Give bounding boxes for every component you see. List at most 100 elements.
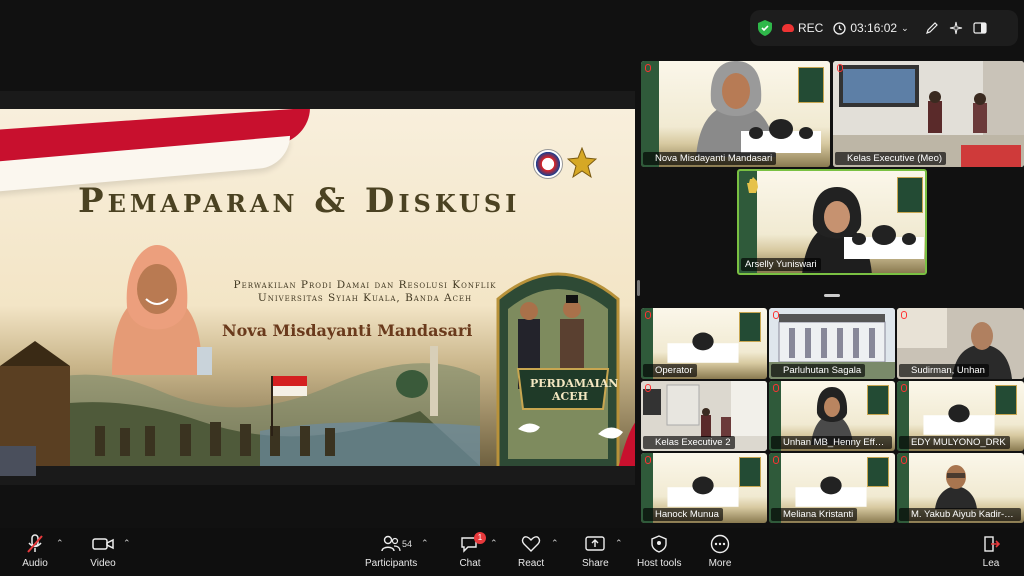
share-options-chevron-icon[interactable]: ⌃ [615, 538, 623, 549]
mic-muted-icon [645, 64, 651, 72]
participants-label: Participants [365, 558, 418, 569]
mosque-illustration [667, 332, 739, 363]
self-view-thumbnail[interactable] [0, 446, 36, 476]
chevron-down-icon: ⌄ [901, 22, 909, 33]
peace-emblem-line1: PERDAMAIAN [530, 377, 619, 390]
participant-name: Unhan MB_Henny Effendi [771, 436, 892, 449]
mic-muted-icon [773, 384, 779, 392]
audio-button[interactable]: Audio [22, 534, 48, 569]
sharing-knowledge-card [739, 312, 761, 342]
recording-label: REC [798, 21, 824, 35]
sharing-knowledge-card [867, 385, 889, 415]
react-label: React [518, 558, 545, 569]
video-tile[interactable]: Unhan MB_Henny Effendi [769, 381, 895, 451]
mic-muted-icon [645, 456, 651, 464]
share-screen-icon [582, 534, 608, 554]
participant-name: Nova Misdayanti Mandasari [643, 152, 777, 165]
participant-count: 54 [402, 539, 413, 549]
chat-unread-badge: 1 [474, 532, 486, 544]
participants-options-chevron-icon[interactable]: ⌃ [421, 538, 429, 549]
sharing-knowledge-card [867, 457, 889, 487]
meeting-window: REC 03:16:02 ⌄ Pemaparan & Diskusi Perwa… [0, 0, 1024, 576]
organization-logo [533, 149, 563, 179]
video-tile[interactable]: Hanock Munua [641, 453, 767, 523]
leave-label: Lea [982, 558, 1000, 569]
meeting-timer[interactable]: 03:16:02 ⌄ [833, 21, 909, 35]
more-label: More [708, 558, 732, 569]
video-tile[interactable]: Sudirman, Unhan [897, 308, 1024, 379]
mic-muted-icon [22, 534, 48, 554]
peace-emblem-label: PERDAMAIAN ACEH [530, 377, 619, 403]
participant-name: Arselly Yuniswari [741, 258, 821, 271]
meeting-status-bar: REC 03:16:02 ⌄ [750, 10, 1018, 46]
mosque-illustration [923, 404, 995, 435]
video-tile[interactable]: Operator [641, 308, 767, 379]
participant-name: Hanock Munua [643, 508, 723, 521]
shared-screen[interactable]: Pemaparan & Diskusi Perwakilan Prodi Dam… [0, 91, 635, 485]
participant-name: Sudirman, Unhan [899, 364, 989, 377]
video-tile[interactable]: Nova Misdayanti Mandasari [641, 61, 830, 167]
video-camera-icon [90, 534, 116, 554]
mic-muted-icon [645, 384, 651, 392]
sharing-knowledge-card [995, 385, 1017, 415]
cloud-recording-icon [782, 24, 794, 32]
peace-emblem-illustration [496, 272, 635, 466]
clock-icon [833, 21, 846, 35]
react-button[interactable]: React [518, 534, 544, 569]
recording-indicator[interactable]: REC [782, 21, 823, 35]
video-tile[interactable]: Kelas Executive 2 [641, 381, 767, 451]
host-tools-label: Host tools [637, 558, 682, 569]
video-options-chevron-icon[interactable]: ⌃ [123, 538, 131, 549]
participant-name: EDY MULYONO_DRK [899, 436, 1010, 449]
participant-video [935, 465, 977, 509]
leave-button[interactable]: Lea [978, 534, 1004, 569]
mic-muted-icon [901, 311, 907, 319]
slide-subtitle-line1: Perwakilan Prodi Damai dan Resolusi Konf… [233, 279, 497, 291]
slide-subtitle-line2: Universitas Syiah Kuala, Banda Aceh [257, 292, 473, 304]
video-tile[interactable]: Meliana Kristanti [769, 453, 895, 523]
more-button[interactable]: More [707, 534, 733, 569]
resize-handle-horizontal[interactable] [824, 294, 840, 297]
raise-hand-icon [747, 177, 758, 193]
heart-icon [518, 534, 544, 554]
participant-name: Meliana Kristanti [771, 508, 858, 521]
mosque-illustration [795, 476, 867, 507]
security-shield-icon[interactable] [758, 20, 772, 36]
mic-muted-icon [837, 64, 843, 72]
participant-name: Kelas Executive 2 [643, 436, 735, 449]
video-button[interactable]: Video [90, 534, 116, 569]
react-options-chevron-icon[interactable]: ⌃ [551, 538, 559, 549]
participant-name: Kelas Executive (Meo) [835, 152, 947, 165]
participant-name: M. Yakub Aiyub Kadir-M... [899, 508, 1021, 521]
presentation-slide: Pemaparan & Diskusi Perwakilan Prodi Dam… [0, 109, 635, 466]
video-tile[interactable]: Kelas Executive (Meo) [833, 61, 1024, 167]
chat-options-chevron-icon[interactable]: ⌃ [490, 538, 498, 549]
video-tile[interactable]: Parluhutan Sagala [769, 308, 895, 379]
view-layout-icon[interactable] [973, 21, 987, 35]
ai-sparkle-icon[interactable] [949, 21, 963, 35]
mosque-illustration [844, 225, 924, 259]
mic-muted-icon [645, 311, 651, 319]
video-tile[interactable]: EDY MULYONO_DRK [897, 381, 1024, 451]
mic-muted-icon [901, 384, 907, 392]
sharing-knowledge-card [897, 177, 923, 213]
share-button[interactable]: Share [582, 534, 609, 569]
sharing-knowledge-card [739, 457, 761, 487]
chat-label: Chat [459, 558, 481, 569]
peace-emblem-line2: ACEH [551, 390, 589, 403]
video-tile-active-speaker[interactable]: Arselly Yuniswari [737, 169, 927, 275]
more-dots-icon [707, 534, 733, 554]
mic-muted-icon [773, 456, 779, 464]
annotate-pen-icon[interactable] [925, 21, 939, 35]
slide-title: Pemaparan & Diskusi [78, 181, 521, 221]
audio-options-chevron-icon[interactable]: ⌃ [56, 538, 64, 549]
participant-name: Parluhutan Sagala [771, 364, 866, 377]
mic-muted-icon [773, 311, 779, 319]
participants-icon [378, 534, 404, 554]
resize-handle-vertical[interactable] [637, 280, 640, 296]
video-tile[interactable]: M. Yakub Aiyub Kadir-M... [897, 453, 1024, 523]
share-label: Share [582, 558, 609, 569]
host-tools-button[interactable]: Host tools [637, 534, 681, 569]
mosque-illustration [667, 476, 739, 507]
slide-subtitle: Perwakilan Prodi Damai dan Resolusi Konf… [220, 279, 510, 305]
